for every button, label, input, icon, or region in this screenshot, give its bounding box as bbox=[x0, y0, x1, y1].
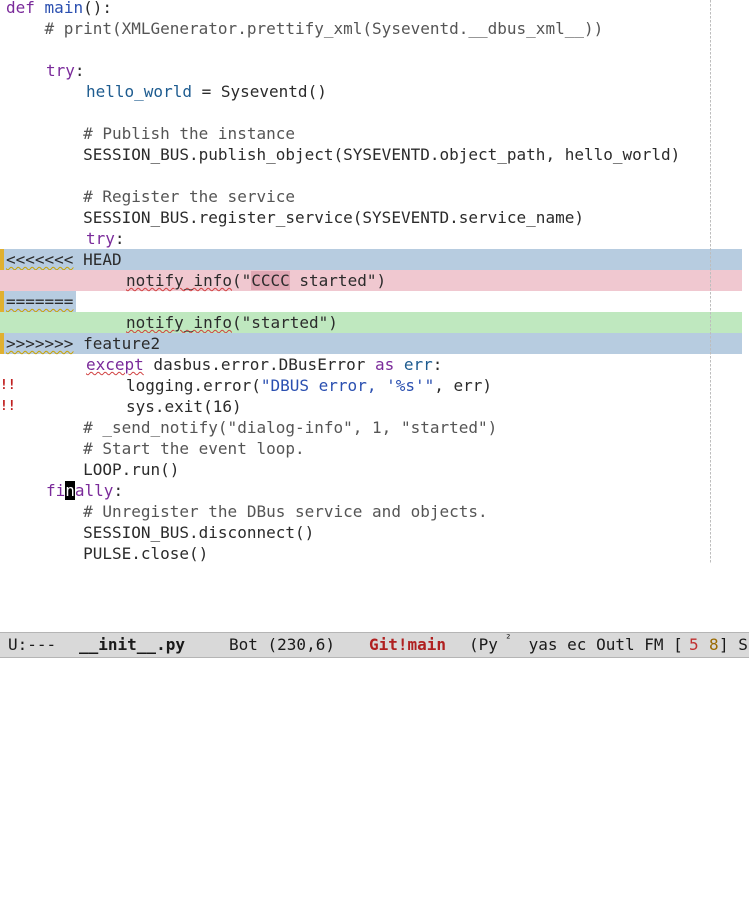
code-text: logging.error( bbox=[126, 376, 261, 395]
code-text: ("started") bbox=[231, 313, 338, 332]
conflict-separator[interactable]: ======= bbox=[0, 291, 749, 312]
warning-fringe-icon bbox=[0, 333, 4, 354]
buffer-state: U:--- bbox=[8, 635, 57, 654]
string-literal: "DBUS error, '%s'" bbox=[260, 376, 435, 395]
keyword: except bbox=[86, 355, 144, 374]
code-text: PULSE.close() bbox=[6, 544, 209, 563]
code-text: : bbox=[432, 355, 443, 374]
major-mode[interactable]: (Py bbox=[469, 633, 498, 657]
code-text: (" bbox=[231, 271, 252, 290]
comment: # Start the event loop. bbox=[6, 439, 305, 458]
code-text: : bbox=[114, 229, 125, 248]
code-line: sys.exit(16) bbox=[0, 396, 749, 417]
warning-fringe-icon bbox=[0, 291, 4, 312]
function-call: notify_info bbox=[126, 271, 232, 290]
code-text: started") bbox=[289, 271, 387, 290]
conflict-theirs-line[interactable]: !! notify_info("started") bbox=[0, 312, 749, 393]
code-line: # Publish the instance bbox=[0, 123, 749, 144]
mode-line-tail: ] S bbox=[719, 635, 748, 654]
conflict-marker: ======= bbox=[6, 292, 74, 311]
conflict-mine-line[interactable]: !! notify_info("CCCC started") bbox=[0, 270, 749, 351]
code-line: SESSION_BUS.register_service(SYSEVENTD.s… bbox=[0, 207, 749, 228]
code-text: = Syseventd() bbox=[191, 82, 327, 101]
code-text: : bbox=[74, 61, 85, 80]
comment: # Register the service bbox=[6, 187, 295, 206]
code-line: hello_world = Syseventd() bbox=[0, 81, 749, 102]
code-line: LOOP.run() bbox=[0, 459, 749, 480]
code-line: # Register the service bbox=[0, 186, 749, 207]
code-line: # Start the event loop. bbox=[0, 438, 749, 459]
comment: # Unregister the DBus service and object… bbox=[6, 502, 488, 521]
variable: err bbox=[403, 355, 433, 374]
conflict-marker: >>>>>>> bbox=[6, 334, 74, 353]
function-name: main bbox=[44, 0, 84, 17]
code-text: LOOP.run() bbox=[6, 460, 180, 479]
mode-superscript: ² bbox=[505, 632, 512, 645]
code-text: SESSION_BUS.publish_object(SYSEVENTD.obj… bbox=[6, 145, 681, 164]
cursor-position: Bot (230,6) bbox=[229, 635, 335, 654]
comment: # Publish the instance bbox=[6, 124, 295, 143]
code-line: finally: bbox=[0, 480, 749, 501]
conflict-marker-head[interactable]: <<<<<<< HEAD bbox=[0, 249, 749, 270]
minor-modes[interactable]: yas ec Outl FM [ bbox=[519, 633, 683, 657]
keyword: as bbox=[374, 355, 395, 374]
conflict-label: feature2 bbox=[73, 334, 161, 353]
variable: hello_world bbox=[86, 82, 192, 101]
buffer-filename[interactable]: __init__.py bbox=[79, 633, 185, 657]
keyword: ally bbox=[74, 481, 114, 500]
code-line: try: bbox=[0, 60, 749, 81]
code-line: SESSION_BUS.disconnect() bbox=[0, 522, 749, 543]
flycheck-warning-count[interactable]: 8 bbox=[709, 633, 719, 657]
vc-branch[interactable]: Git!main bbox=[369, 633, 446, 657]
keyword: def bbox=[6, 0, 35, 17]
code-line: !! except dasbus.error.DBusError as err: bbox=[0, 354, 749, 414]
conflict-marker: <<<<<<< bbox=[6, 250, 74, 269]
code-line: # print(XMLGenerator.prettify_xml(Syseve… bbox=[0, 18, 749, 39]
comment: # print(XMLGenerator.prettify_xml(Syseve… bbox=[6, 19, 604, 38]
function-call: notify_info bbox=[126, 313, 232, 332]
code-text: SESSION_BUS.register_service(SYSEVENTD.s… bbox=[6, 208, 584, 227]
code-text: : bbox=[113, 481, 124, 500]
conflict-label: HEAD bbox=[73, 250, 122, 269]
fill-column-indicator bbox=[710, 0, 711, 564]
code-text: , err) bbox=[434, 376, 493, 395]
code-line: def main(): bbox=[0, 0, 749, 18]
conflict-marker-end[interactable]: >>>>>>> feature2 bbox=[0, 333, 749, 354]
code-text: sys.exit(16) bbox=[126, 397, 242, 416]
text-cursor[interactable]: n bbox=[65, 481, 75, 500]
comment: # _send_notify("dialog-info", 1, "starte… bbox=[6, 418, 498, 437]
mode-line[interactable]: U:--- __init__.py Bot (230,6) Git!main (… bbox=[0, 632, 749, 658]
code-text: dasbus.error.DBusError bbox=[143, 355, 375, 374]
code-line: SESSION_BUS.publish_object(SYSEVENTD.obj… bbox=[0, 144, 749, 165]
editor-buffer[interactable]: def main(): # print(XMLGenerator.prettif… bbox=[0, 0, 749, 632]
code-text: (): bbox=[83, 0, 112, 17]
keyword: try bbox=[46, 61, 75, 80]
code-line: logging.error("DBUS error, '%s'", err) bbox=[0, 375, 749, 396]
code-text: SESSION_BUS.disconnect() bbox=[6, 523, 315, 542]
code-line: try: bbox=[0, 228, 749, 249]
code-line: PULSE.close() bbox=[0, 543, 749, 564]
diff-refined-word: CCCC bbox=[251, 271, 290, 290]
flycheck-error-count[interactable]: 5 bbox=[689, 633, 699, 657]
keyword: fi bbox=[46, 481, 66, 500]
warning-fringe-icon bbox=[0, 249, 4, 270]
echo-area[interactable] bbox=[0, 658, 749, 676]
keyword: try bbox=[86, 229, 115, 248]
code-line: # _send_notify("dialog-info", 1, "starte… bbox=[0, 417, 749, 438]
code-line: # Unregister the DBus service and object… bbox=[0, 501, 749, 522]
